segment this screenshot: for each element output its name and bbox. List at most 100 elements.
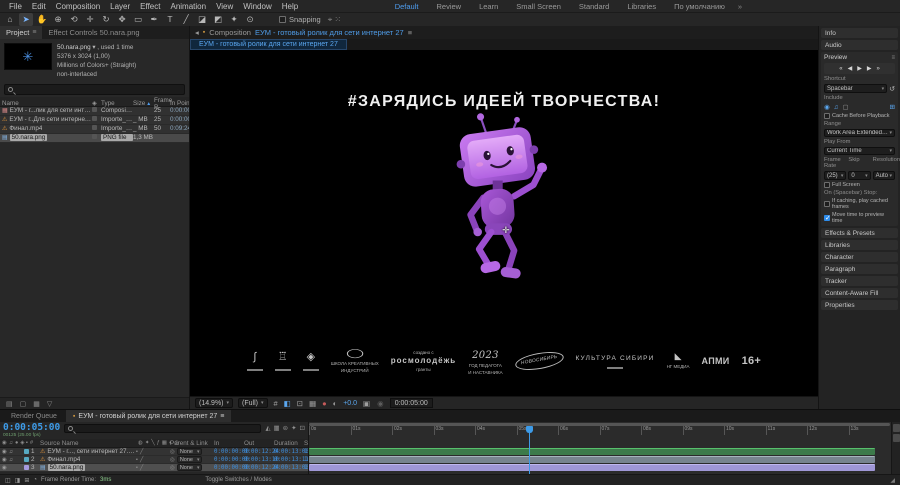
playhead[interactable] (529, 426, 530, 474)
first-frame-button[interactable]: « (839, 65, 842, 72)
collapsed-panel-bar[interactable]: Libraries (821, 240, 898, 250)
snapping-checkbox[interactable] (279, 16, 286, 23)
selection-tool-icon[interactable]: ➤ (19, 13, 33, 26)
panel-menu-icon[interactable]: ≡ (220, 413, 224, 420)
pickwhip-icon[interactable]: ◎ (170, 457, 175, 463)
switch-header-icon[interactable]: ╲ (151, 440, 154, 446)
roto-brush-tool-icon[interactable]: ✦ (227, 13, 241, 26)
time-ruler[interactable]: 0s01s02s03s04s05s06s07s08s09s10s11s12s13… (309, 426, 890, 435)
layer-duration[interactable]: 0:00:13:00 (274, 465, 304, 471)
menu-item[interactable]: Effect (135, 2, 165, 11)
audio-icon[interactable]: ♫ (9, 457, 13, 463)
composition-viewer[interactable]: #ЗАРЯДИСЬ ИДЕЕЙ ТВОРЧЕСТВА! (190, 50, 818, 396)
expand-inout-pane-icon[interactable]: ◨ (15, 477, 21, 484)
footage-name[interactable]: 50.nara.png (57, 44, 91, 51)
back-icon[interactable]: ◂ (195, 28, 199, 37)
menu-item[interactable]: Help (277, 2, 303, 11)
mask-visibility-icon[interactable]: ◧ (283, 399, 292, 408)
play-cached-frames-checkbox[interactable] (824, 201, 830, 207)
switch-header-icon[interactable]: ƒ (157, 440, 160, 446)
composition-mini-flowchart-icon[interactable]: ◭ (265, 424, 270, 432)
current-time-display[interactable]: 0:00:05:00 (3, 423, 60, 433)
full-screen-checkbox[interactable] (824, 182, 830, 188)
viewer-tab[interactable]: ЕУМ - готовый ролик для сети интернет 27 (190, 39, 347, 50)
menu-item[interactable]: View (211, 2, 238, 11)
panel-audio[interactable]: Audio (821, 40, 898, 50)
switch-header-icon[interactable]: ✦ (145, 440, 150, 446)
home-icon[interactable]: ⌂ (3, 13, 17, 26)
delete-item-icon[interactable]: ▽ (47, 400, 52, 408)
shape-tool-icon[interactable]: ▭ (131, 13, 145, 26)
layer-label-swatch[interactable] (24, 449, 29, 454)
resolution-preview-dropdown[interactable]: Auto▾ (873, 171, 895, 180)
orbit-camera-tool-icon[interactable]: ⟲ (67, 13, 81, 26)
label-swatch[interactable] (92, 134, 97, 139)
menu-item[interactable]: Composition (51, 2, 105, 11)
panel-info[interactable]: Info (821, 28, 898, 38)
new-folder-icon[interactable]: ▢ (20, 400, 27, 408)
collapsed-panel-bar[interactable]: Tracker (821, 276, 898, 286)
preview-title[interactable]: Preview (824, 54, 847, 61)
last-frame-button[interactable]: » (876, 65, 879, 72)
switch-header-icon[interactable]: ◍ (138, 440, 143, 446)
parent-dropdown[interactable]: None▾ (177, 448, 203, 455)
zoom-tool-icon[interactable]: ⊕ (51, 13, 65, 26)
layer-switches[interactable]: ▪╱ (136, 465, 170, 471)
layer-label-swatch[interactable] (24, 457, 29, 462)
render-preview-icon[interactable]: ⊞ (890, 103, 895, 111)
column-source-name[interactable]: Source Name (40, 440, 136, 447)
pan-behind-tool-icon[interactable]: ✥ (115, 13, 129, 26)
collapsed-panel-bar[interactable]: Content-Aware Fill (821, 288, 898, 298)
hand-tool-icon[interactable]: ✋ (35, 13, 49, 26)
clone-stamp-tool-icon[interactable]: ◪ (195, 13, 209, 26)
label-swatch[interactable] (92, 107, 97, 112)
eraser-tool-icon[interactable]: ◩ (211, 13, 225, 26)
panel-menu-icon[interactable]: ≡ (408, 28, 412, 37)
switch-header-icon[interactable]: ▦ (162, 440, 167, 446)
timeline-search-input[interactable] (73, 424, 257, 433)
interpret-footage-icon[interactable]: ▤ (6, 400, 13, 408)
transparency-grid-icon[interactable]: ▦ (308, 399, 317, 408)
project-row[interactable]: 50.nara.png PNG file 1,3 MB (0, 134, 190, 143)
pickwhip-icon[interactable]: ◎ (170, 465, 175, 471)
layer-duration[interactable]: 0:00:13:00 (274, 449, 304, 455)
panel-menu-icon[interactable]: ≡ (891, 55, 895, 61)
label-swatch[interactable] (92, 116, 97, 121)
layer-out[interactable]: 0:00:13:10 (244, 457, 274, 463)
tab-timeline-comp[interactable]: ▪ ЕУМ - готовый ролик для сети интернет … (66, 410, 231, 422)
project-row[interactable]: ЕУМ - г..Для сети интернет 27.mp4 Import… (0, 116, 190, 125)
av-header-icon[interactable]: ◉ (2, 440, 7, 446)
layer-switches[interactable]: ▪╱ (136, 449, 170, 455)
workspace-overflow-icon[interactable]: » (734, 2, 746, 11)
timeline-ruler-area[interactable]: 0s01s02s03s04s05s06s07s08s09s10s11s12s13… (308, 422, 900, 474)
region-of-interest-icon[interactable]: ⊡ (296, 399, 304, 408)
layer-duration-bar[interactable] (309, 456, 875, 463)
brush-tool-icon[interactable]: ╱ (179, 13, 193, 26)
exposure-value[interactable]: +0.0 (343, 400, 357, 407)
pen-tool-icon[interactable]: ✒ (147, 13, 161, 26)
column-size[interactable]: Size▲ (133, 100, 154, 107)
collapsed-panel-bar[interactable]: Paragraph (821, 264, 898, 274)
project-search-input[interactable] (16, 85, 181, 94)
hide-shy-layers-icon[interactable]: ⊜ (283, 424, 288, 432)
expand-layer-pane-icon[interactable]: ◫ (5, 477, 11, 484)
column-out[interactable]: Out (244, 440, 274, 447)
timeline-vertical-scrollbar[interactable] (891, 422, 900, 474)
skip-dropdown[interactable]: 0▾ (848, 171, 870, 180)
layer-row[interactable]: ◉ ♫ 1 ЕУМ - г..., сети интернет 27.mp4 ▪… (0, 448, 308, 456)
collapsed-panel-bar[interactable]: Effects & Presets (821, 228, 898, 238)
layer-in[interactable]: 0:00:00:00 (214, 449, 244, 455)
rgb-channels-icon[interactable]: ● (321, 399, 328, 408)
include-overlays-icon[interactable]: ▢ (843, 103, 849, 111)
video-eye-icon[interactable]: ◉ (2, 449, 7, 455)
frame-rate-dropdown[interactable]: (25)▾ (824, 171, 846, 180)
tab-project[interactable]: Project ≡ (0, 26, 42, 39)
label-header-icon[interactable]: ▪ (26, 440, 28, 446)
label-swatch[interactable] (92, 125, 97, 130)
frame-blending-icon[interactable]: ✦ (291, 424, 296, 432)
composition-tab-label[interactable]: Composition (209, 28, 251, 37)
workspace-tab[interactable]: По умолчанию (665, 2, 734, 11)
layer-switches[interactable]: ▪╱ (136, 457, 170, 463)
parent-dropdown[interactable]: None▾ (177, 456, 203, 463)
menu-item[interactable]: Layer (105, 2, 135, 11)
